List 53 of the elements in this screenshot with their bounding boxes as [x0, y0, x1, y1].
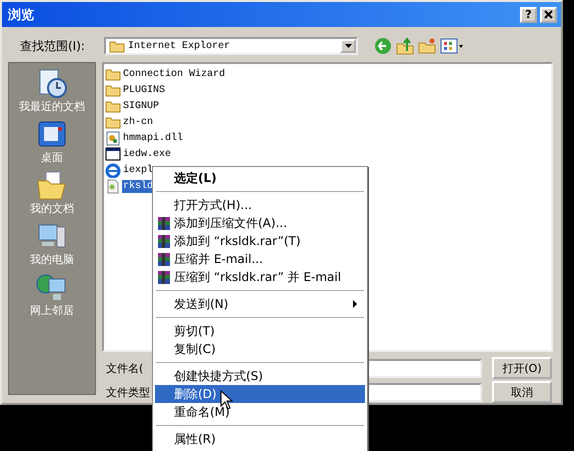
- menu-item[interactable]: 添加到压缩文件(A)...: [155, 214, 365, 232]
- menu-item[interactable]: 属性(R): [155, 430, 365, 448]
- file-item[interactable]: Connection Wizard: [122, 68, 226, 80]
- look-in-dropdown[interactable]: Internet Explorer: [104, 37, 358, 55]
- file-item[interactable]: SIGNUP: [122, 100, 160, 112]
- file-item[interactable]: hmmapi.dll: [122, 132, 184, 144]
- folder-icon: [105, 67, 121, 81]
- menu-item[interactable]: 添加到 “rksldk.rar”(T): [155, 232, 365, 250]
- caret-icon: [344, 44, 352, 48]
- file-item[interactable]: PLUGINS: [122, 84, 166, 96]
- archive-books-icon: [157, 252, 171, 266]
- file-icon: [105, 178, 121, 194]
- folder-documents-icon: [36, 171, 68, 201]
- file-item[interactable]: zh-cn: [122, 116, 154, 128]
- menu-item[interactable]: 发送到(N): [155, 295, 365, 313]
- archive-books-icon: [157, 216, 171, 230]
- menu-item[interactable]: 打开方式(H)...: [155, 196, 365, 214]
- menu-item[interactable]: 压缩并 E-mail...: [155, 250, 365, 268]
- folder-icon: [105, 99, 121, 113]
- file-type-label: 文件类型: [106, 384, 151, 400]
- settings-file-icon: [105, 130, 121, 146]
- cancel-button[interactable]: 取消: [492, 381, 552, 403]
- look-in-label: 查找范围(I):: [20, 38, 86, 54]
- close-icon: [544, 10, 553, 19]
- menu-item[interactable]: 剪切(T): [155, 322, 365, 340]
- file-item[interactable]: iedw.exe: [122, 148, 172, 160]
- look-in-value: Internet Explorer: [128, 40, 232, 52]
- archive-books-icon: [157, 234, 171, 248]
- view-menu-button[interactable]: [440, 38, 464, 54]
- file-item[interactable]: rksld: [122, 180, 154, 192]
- archive-books-icon: [157, 270, 171, 284]
- menu-item[interactable]: 压缩到 “rksldk.rar” 并 E-mail: [155, 268, 365, 286]
- new-folder-button[interactable]: [418, 37, 436, 55]
- window-icon: [105, 147, 121, 161]
- back-button[interactable]: [374, 37, 392, 55]
- menu-item[interactable]: 选定(L): [155, 169, 365, 187]
- open-button[interactable]: 打开(O): [492, 357, 552, 379]
- menu-item[interactable]: 重命名(M): [155, 403, 365, 421]
- folder-icon: [109, 39, 125, 53]
- close-button[interactable]: [540, 6, 557, 22]
- menu-item[interactable]: 复制(C): [155, 340, 365, 358]
- menu-item[interactable]: 删除(D): [155, 385, 365, 403]
- file-name-label: 文件名(: [106, 360, 144, 376]
- folder-icon: [105, 115, 121, 129]
- folder-icon: [105, 83, 121, 97]
- help-button[interactable]: ?: [520, 6, 537, 22]
- file-item[interactable]: iexpl: [122, 164, 154, 176]
- window-title: 浏览: [8, 6, 35, 24]
- submenu-arrow-icon: [353, 300, 357, 308]
- ie-icon: [105, 162, 121, 178]
- menu-item[interactable]: 创建快捷方式(S): [155, 367, 365, 385]
- dropdown-button[interactable]: [340, 39, 356, 53]
- network-computer-icon: [36, 273, 68, 303]
